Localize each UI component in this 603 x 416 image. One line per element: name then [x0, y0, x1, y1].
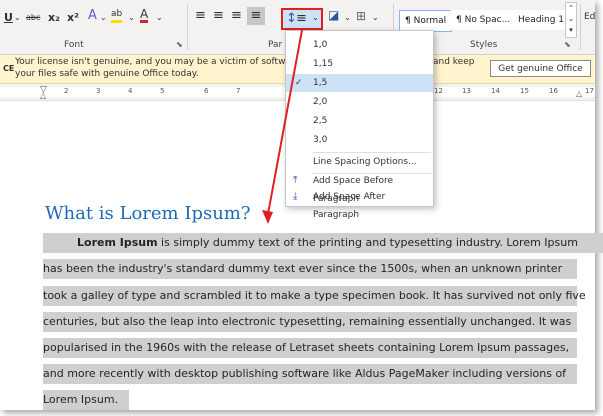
chevron-down-icon: ⌄: [312, 13, 319, 22]
superscript-button[interactable]: x²: [67, 11, 79, 25]
bold-lead-text[interactable]: Lorem Ipsum: [77, 236, 158, 249]
add-space-after-item[interactable]: ⤓ Add Space After Paragraph: [286, 188, 433, 220]
lines-icon: ≡: [296, 11, 307, 26]
chevron-down-icon[interactable]: ⌄: [566, 14, 576, 25]
highlight-color-button[interactable]: ab: [111, 9, 123, 23]
ruler-tick: 16: [549, 87, 558, 95]
line-spacing-option[interactable]: 2,0: [286, 93, 433, 111]
style-normal[interactable]: ¶ Normal: [399, 10, 453, 32]
license-message-line1: Your license isn't genuine, and you may …: [15, 57, 291, 67]
ribbon-divider: [580, 4, 581, 50]
ruler-tick: 14: [491, 87, 500, 95]
chevron-down-icon[interactable]: ⌄: [344, 11, 351, 25]
paragraph-line[interactable]: took a galley of type and scrambled it t…: [43, 286, 586, 306]
styles-dialog-launcher-icon[interactable]: ⬊: [564, 40, 571, 49]
paragraph-group-label: Par: [268, 40, 283, 50]
styles-group-label: Styles: [470, 40, 498, 50]
strikethrough-button[interactable]: abc: [26, 11, 40, 25]
line-spacing-option-selected[interactable]: ✓ 1,5: [286, 74, 433, 92]
ruler-tick: 4: [128, 87, 133, 95]
line-spacing-option[interactable]: 1,0: [286, 36, 433, 54]
chevron-down-icon[interactable]: ⌄: [128, 11, 135, 25]
paragraph-line[interactable]: has been the industry's standard dummy t…: [43, 259, 577, 279]
align-left-icon[interactable]: ≡: [195, 9, 206, 23]
ruler-tick: 2: [64, 87, 69, 95]
checkmark-icon: ✓: [295, 78, 303, 88]
paragraph-line[interactable]: popularised in the 1960s with the releas…: [43, 338, 577, 358]
line-spacing-menu: 1,0 1,15 ✓ 1,5 2,0 2,5 3,0 Line Spacing O…: [285, 30, 434, 220]
line-spacing-options-item[interactable]: Line Spacing Options...: [286, 153, 433, 171]
paragraph-line[interactable]: Lorem Ipsum.: [43, 390, 129, 410]
align-right-icon[interactable]: ≡: [231, 9, 242, 23]
license-message-line3: and keep: [433, 57, 475, 67]
chevron-down-icon[interactable]: ⌄: [14, 11, 21, 25]
ruler-tick: 15: [520, 87, 529, 95]
underline-button[interactable]: U: [4, 11, 13, 25]
more-styles-icon[interactable]: ▾: [566, 25, 576, 36]
line-spacing-option[interactable]: 1,15: [286, 55, 433, 73]
license-tag: CE: [3, 64, 15, 73]
style-heading-1[interactable]: Heading 1: [513, 10, 570, 30]
ruler-tick: 3: [96, 87, 101, 95]
ruler-tick: 13: [462, 87, 471, 95]
ruler-tick: 17: [585, 87, 594, 95]
text-effects-button[interactable]: A: [88, 9, 97, 23]
justify-icon[interactable]: ≡: [247, 7, 265, 25]
chevron-up-icon[interactable]: ⌃: [566, 3, 576, 14]
document-heading[interactable]: What is Lorem Ipsum?: [45, 203, 251, 224]
line-spacing-option[interactable]: 2,5: [286, 112, 433, 130]
editing-label[interactable]: Ed: [584, 10, 595, 24]
ruler-tick: 12: [434, 87, 443, 95]
hanging-indent-icon[interactable]: △: [40, 91, 46, 100]
chevron-down-icon[interactable]: ⌄: [156, 11, 163, 25]
word-window: U ⌄ abc x₂ x² A ⌄ ab ⌄ A ⌄ Font ⬊ ≡ ≡ ≡ …: [0, 0, 603, 410]
license-message-line2: your files safe with genuine Office toda…: [15, 69, 199, 79]
style-no-spacing[interactable]: ¶ No Spac...: [451, 10, 516, 30]
paragraph-line[interactable]: Lorem Ipsum is simply dummy text of the …: [43, 233, 603, 253]
chevron-down-icon[interactable]: ⌄: [372, 11, 379, 25]
ribbon-divider: [187, 4, 188, 50]
styles-scroll[interactable]: ⌃ ⌄ ▾: [565, 2, 577, 38]
paragraph-line[interactable]: and more recently with desktop publishin…: [43, 364, 577, 384]
shading-icon[interactable]: ◪: [328, 8, 339, 22]
font-color-button[interactable]: A: [140, 8, 149, 23]
line-spacing-button[interactable]: ↕ ≡ ⌄: [281, 8, 323, 30]
right-indent-icon[interactable]: △: [576, 89, 582, 98]
font-dialog-launcher-icon[interactable]: ⬊: [176, 40, 183, 49]
space-after-icon: ⤓: [293, 191, 298, 202]
paragraph-line[interactable]: centuries, but also the leap into electr…: [43, 312, 577, 332]
chevron-down-icon[interactable]: ⌄: [100, 11, 107, 25]
get-genuine-office-button[interactable]: Get genuine Office: [490, 60, 591, 77]
ruler-tick: 6: [204, 87, 209, 95]
ruler-tick: 7: [236, 87, 241, 95]
font-group-label: Font: [64, 40, 84, 50]
align-center-icon[interactable]: ≡: [213, 9, 224, 23]
ruler-tick: 5: [160, 87, 165, 95]
borders-icon[interactable]: ⊞: [356, 9, 366, 23]
line-spacing-option[interactable]: 3,0: [286, 131, 433, 149]
subscript-button[interactable]: x₂: [48, 11, 60, 25]
